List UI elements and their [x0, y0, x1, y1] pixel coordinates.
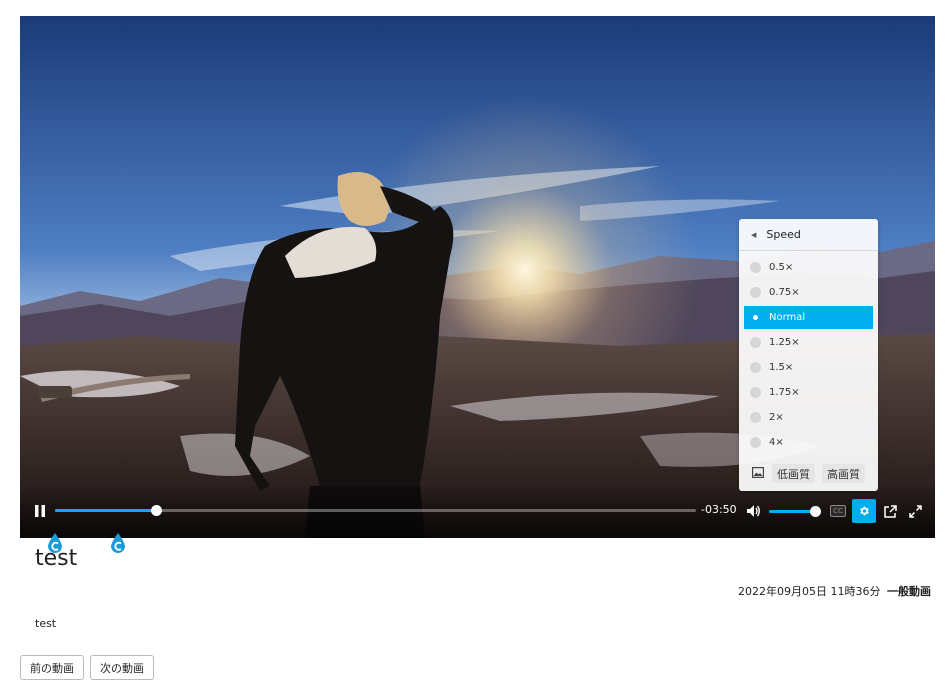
speed-menu-back[interactable]: ◀ Speed	[739, 219, 878, 251]
video-player[interactable]: -03:50 CC ◀ Speed 0.5× 0.75× Normal 1.25…	[20, 16, 935, 538]
video-title: test	[35, 546, 78, 571]
video-description: test	[35, 617, 57, 630]
radio-icon	[750, 337, 761, 348]
pause-icon	[35, 505, 45, 517]
radio-icon	[750, 287, 761, 298]
speed-option-label: 2×	[769, 412, 784, 423]
radio-selected-icon	[750, 312, 761, 323]
volume-button[interactable]	[742, 499, 766, 523]
speed-option-label: 4×	[769, 437, 784, 448]
speed-option-label: 1.75×	[769, 387, 800, 398]
speed-option-1-25[interactable]: 1.25×	[744, 331, 873, 354]
speed-menu-title: Speed	[766, 228, 801, 241]
back-arrow-icon: ◀	[751, 230, 757, 239]
radio-icon	[750, 262, 761, 273]
volume-fill	[769, 510, 815, 513]
volume-icon	[747, 505, 760, 517]
high-quality-button[interactable]: 高画質	[822, 464, 865, 483]
video-date: 2022年09月05日 11時36分	[738, 585, 881, 598]
quality-row: 低画質 高画質	[739, 461, 878, 485]
prev-video-button[interactable]: 前の動画	[20, 655, 84, 680]
speed-option-4[interactable]: 4×	[744, 431, 873, 454]
speed-option-0-5[interactable]: 0.5×	[744, 256, 873, 279]
settings-button[interactable]	[852, 499, 876, 523]
speed-option-label: 0.5×	[769, 262, 794, 273]
gear-icon	[860, 506, 869, 516]
volume-slider[interactable]	[769, 506, 821, 517]
fullscreen-button[interactable]	[903, 499, 927, 523]
speed-option-label: 1.25×	[769, 337, 800, 348]
speed-menu: ◀ Speed 0.5× 0.75× Normal 1.25× 1.5× 1.7…	[739, 219, 878, 491]
video-category: 一般動画	[887, 585, 931, 598]
radio-icon	[750, 437, 761, 448]
low-quality-button[interactable]: 低画質	[772, 464, 815, 483]
water-drop-c-icon	[111, 533, 125, 553]
volume-handle[interactable]	[810, 506, 821, 517]
speed-option-normal[interactable]: Normal	[744, 306, 873, 329]
speed-option-label: Normal	[769, 312, 806, 323]
speed-option-1-5[interactable]: 1.5×	[744, 356, 873, 379]
radio-icon	[750, 412, 761, 423]
speed-option-2[interactable]: 2×	[744, 406, 873, 429]
progress-fill	[55, 509, 157, 512]
progress-bar[interactable]	[55, 505, 696, 516]
radio-icon	[750, 387, 761, 398]
closed-captions-button[interactable]: CC	[830, 505, 846, 517]
fullscreen-icon	[908, 504, 922, 518]
external-link-icon	[883, 504, 897, 518]
speed-option-label: 1.5×	[769, 362, 794, 373]
image-icon	[752, 467, 764, 478]
speed-option-label: 0.75×	[769, 287, 800, 298]
speed-option-0-75[interactable]: 0.75×	[744, 281, 873, 304]
speed-option-1-75[interactable]: 1.75×	[744, 381, 873, 404]
radio-icon	[750, 362, 761, 373]
video-meta: 2022年09月05日 11時36分 一般動画	[738, 583, 931, 599]
pause-button[interactable]	[28, 499, 52, 523]
remaining-time: -03:50	[701, 503, 737, 516]
popout-button[interactable]	[878, 499, 902, 523]
next-video-button[interactable]: 次の動画	[90, 655, 154, 680]
closed-captions-icon: CC	[833, 507, 843, 515]
